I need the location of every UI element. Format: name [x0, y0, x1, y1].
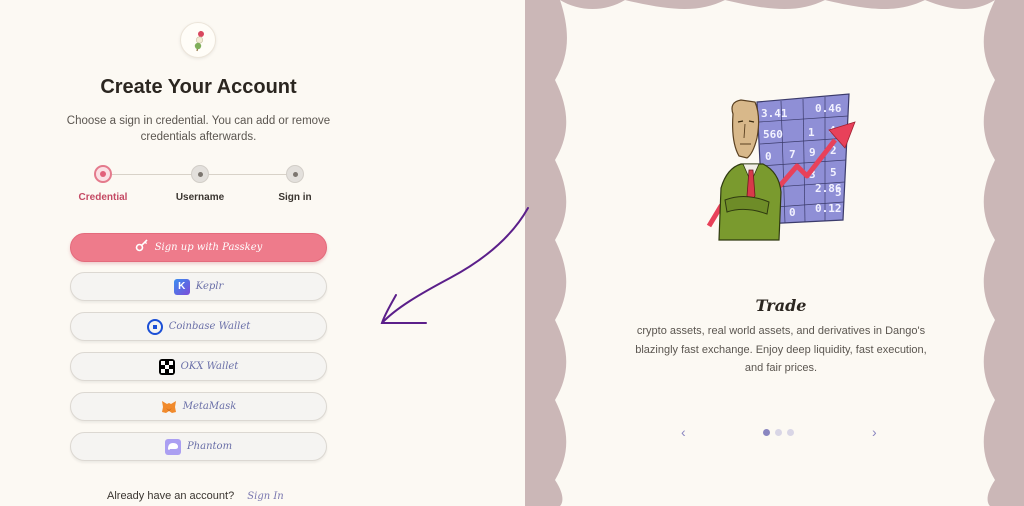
board-value: 560 — [763, 128, 783, 141]
dango-logo — [180, 22, 216, 58]
signin-prompt: Already have an account? Sign In — [107, 490, 284, 502]
page-title: Create Your Account — [100, 76, 297, 98]
metamask-icon — [161, 399, 177, 415]
board-value: 0.46 — [815, 102, 842, 115]
carousel-next-button[interactable]: › — [872, 424, 877, 440]
carousel-dot[interactable] — [787, 429, 794, 436]
okx-wallet-button[interactable]: OKX Wallet — [70, 352, 327, 381]
phantom-icon — [164, 438, 181, 455]
board-value: 0.12 — [815, 202, 842, 215]
step-signin-indicator — [286, 165, 304, 183]
board-value: 2.86 — [815, 182, 842, 195]
carousel-pagination — [763, 429, 794, 436]
step-username-label: Username — [175, 192, 225, 203]
phantom-button[interactable]: Phantom — [70, 432, 327, 461]
board-value: 1 — [808, 126, 815, 139]
chevron-right-icon: › — [872, 424, 877, 440]
keplr-button[interactable]: K Keplr — [70, 272, 327, 301]
key-icon — [135, 238, 149, 257]
metamask-button-label: MetaMask — [182, 401, 237, 412]
board-value: 0 — [765, 150, 772, 163]
passkey-signup-button[interactable]: Sign up with Passkey — [70, 233, 327, 262]
slide-description: crypto assets, real world assets, and de… — [635, 325, 927, 374]
coinbase-wallet-button[interactable]: Coinbase Wallet — [70, 312, 327, 341]
board-value: 5 — [830, 166, 837, 179]
metamask-button[interactable]: MetaMask — [70, 392, 327, 421]
stepper-connector — [112, 174, 192, 175]
signin-link[interactable]: Sign In — [247, 491, 283, 502]
chevron-left-icon: ‹ — [681, 424, 686, 440]
signin-prompt-text: Already have an account? — [107, 490, 235, 502]
stepper-connector — [209, 174, 287, 175]
carousel-prev-button[interactable]: ‹ — [681, 424, 686, 440]
carousel-dot[interactable] — [775, 429, 782, 436]
step-credential-label: Credential — [78, 192, 128, 203]
keplr-icon: K — [173, 278, 190, 295]
slide-title: Trade — [755, 296, 807, 315]
annotation-arrow — [380, 207, 529, 324]
step-credential-indicator — [94, 165, 112, 183]
board-value: 3.41 — [761, 107, 788, 120]
step-username-indicator — [191, 165, 209, 183]
board-value: 7 — [789, 148, 796, 161]
page-subtitle: Choose a sign in credential. You can add… — [66, 115, 331, 143]
coinbase-button-label: Coinbase Wallet — [168, 321, 251, 332]
passkey-button-label: Sign up with Passkey — [154, 242, 263, 253]
board-value: 0 — [789, 206, 796, 219]
step-signin-label: Sign in — [278, 192, 312, 203]
keplr-button-label: Keplr — [195, 281, 224, 292]
coinbase-icon — [146, 318, 163, 335]
phantom-button-label: Phantom — [186, 441, 233, 452]
okx-icon — [158, 358, 175, 375]
trader-illustration: 3.41 0.46 560 1 4 0 7 9 2 3 5 5 2.86 0 0… — [706, 93, 856, 241]
carousel-dot[interactable] — [763, 429, 770, 436]
okx-button-label: OKX Wallet — [180, 361, 239, 372]
board-value: 9 — [809, 146, 816, 159]
